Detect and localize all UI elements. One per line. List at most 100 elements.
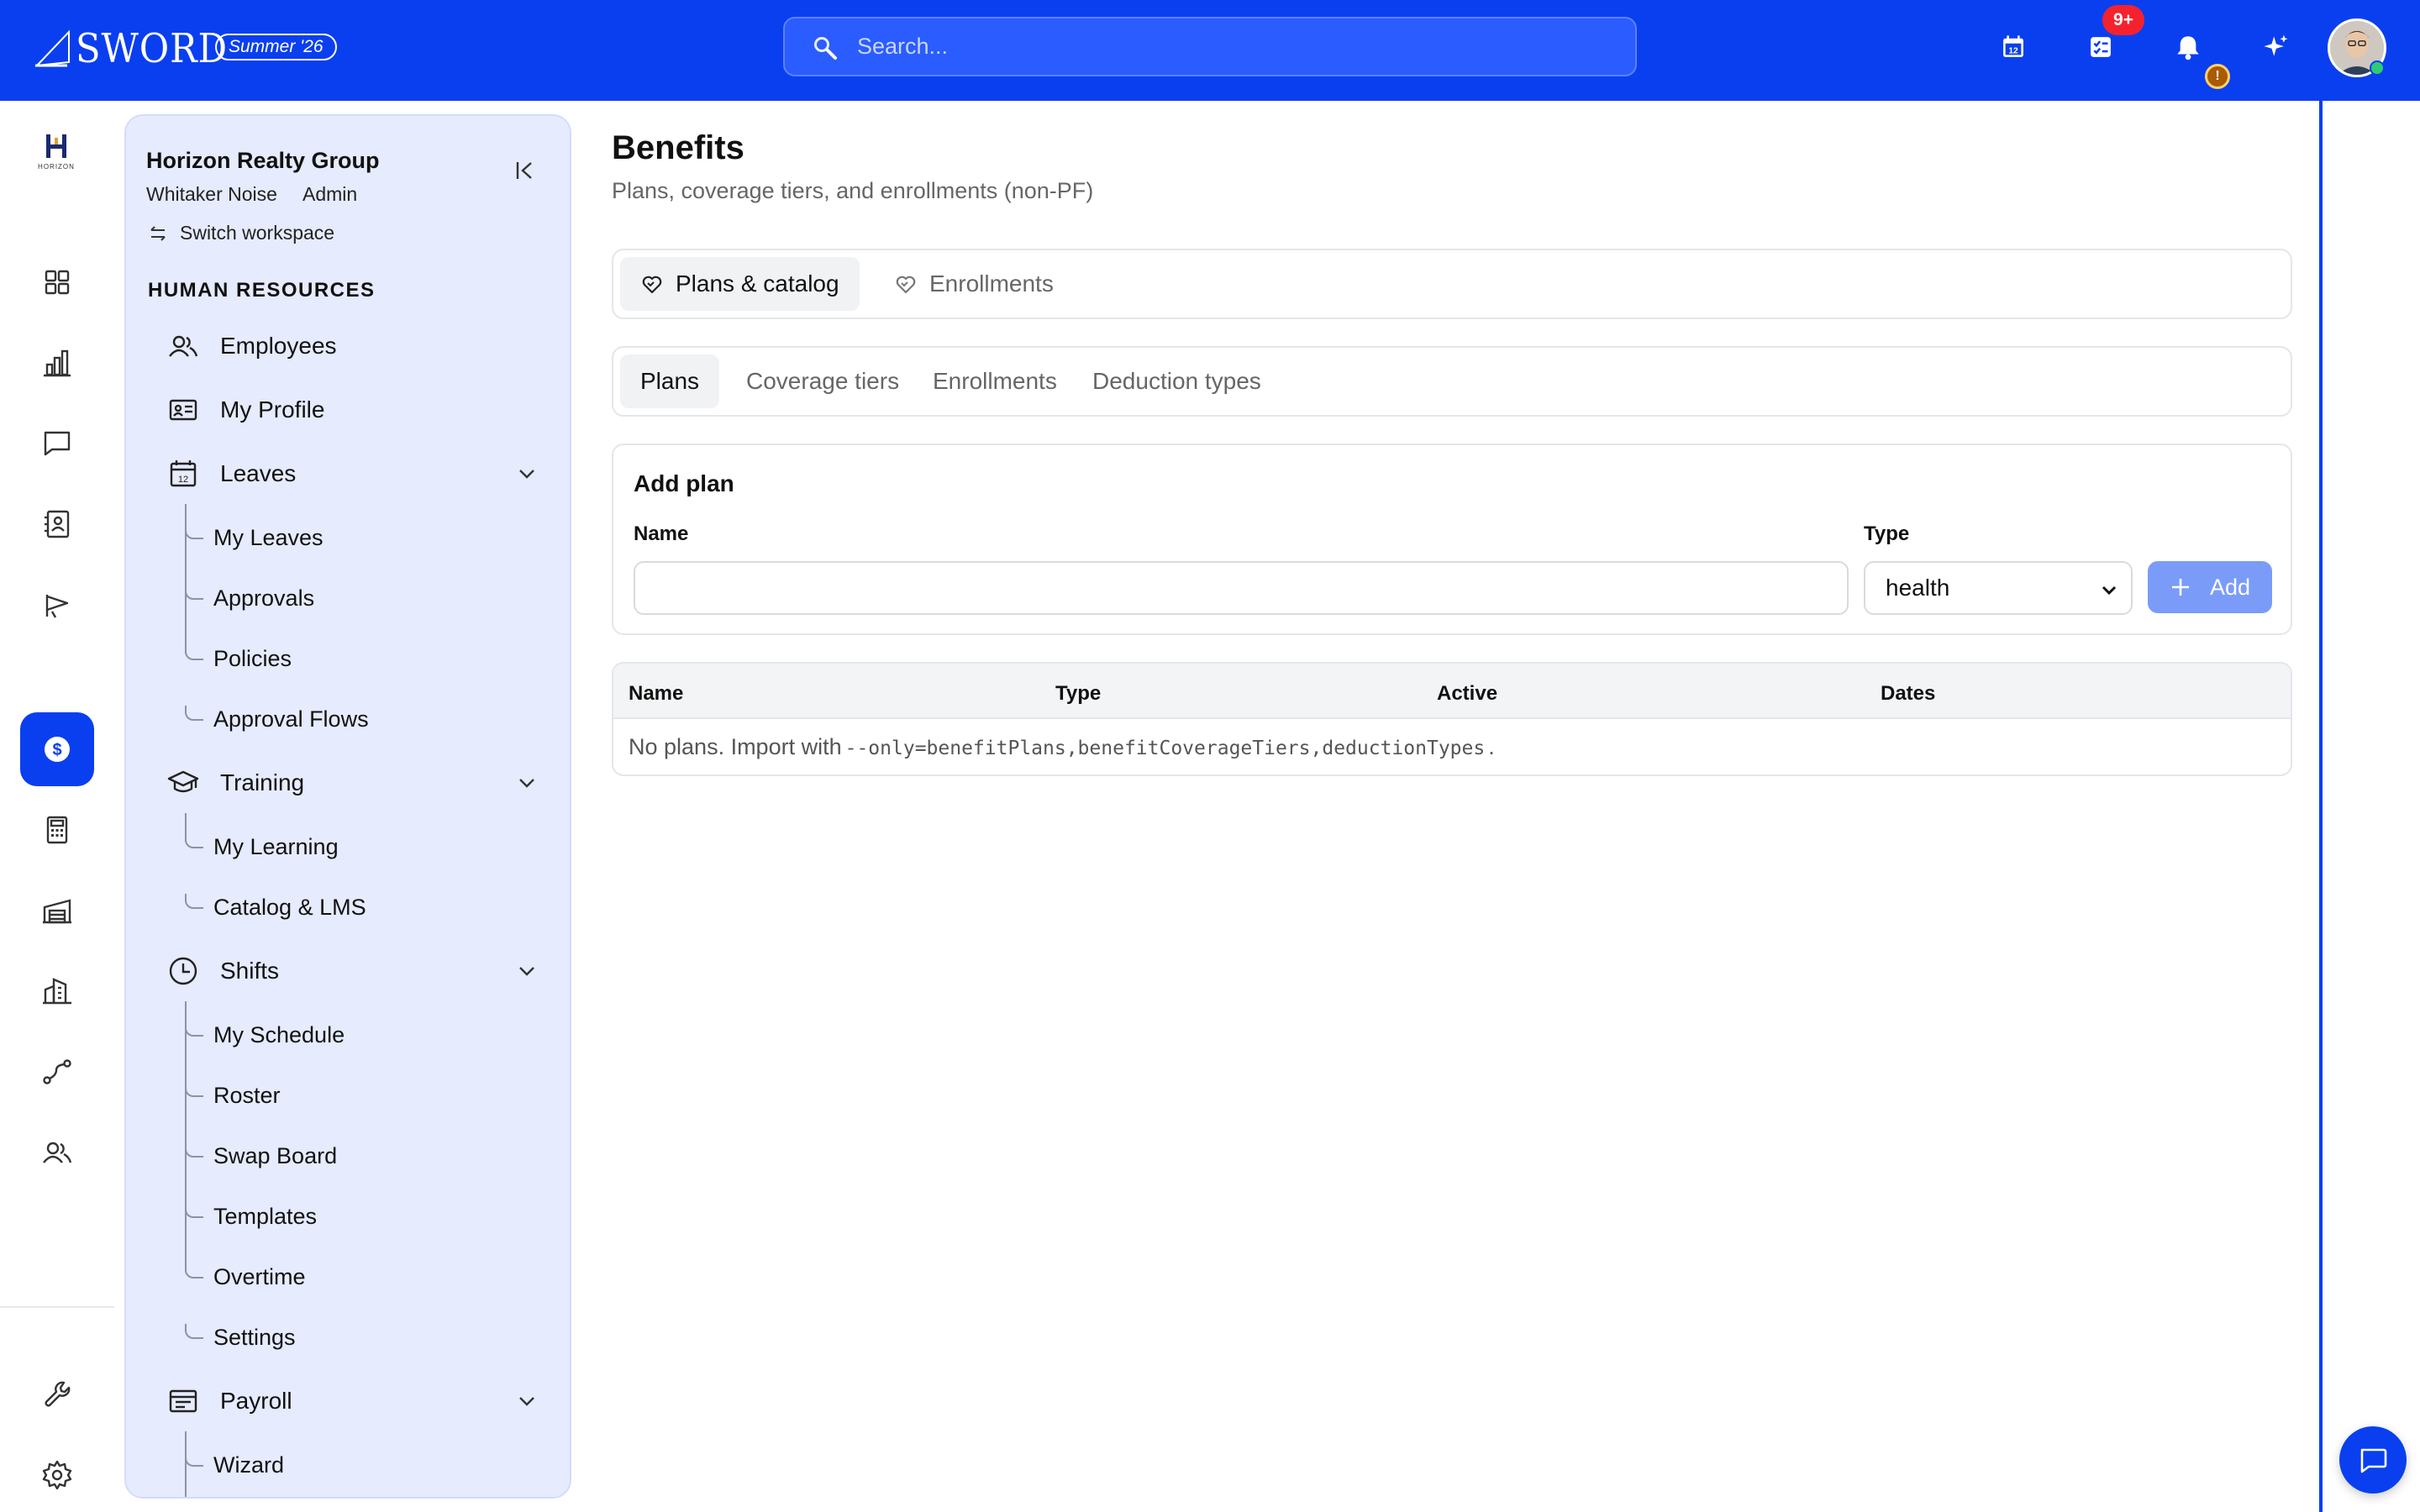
plan-name-input[interactable] bbox=[634, 561, 1849, 615]
sword-logo-icon bbox=[34, 29, 70, 67]
nav-policies[interactable]: Policies bbox=[213, 638, 292, 679]
nav-approvals[interactable]: Approvals bbox=[213, 578, 314, 618]
nav-shift-settings[interactable]: Settings bbox=[213, 1317, 296, 1357]
rail-dashboard[interactable] bbox=[20, 245, 94, 319]
rail-properties[interactable] bbox=[20, 954, 94, 1028]
tab-enrollments-top-label: Enrollments bbox=[929, 270, 1054, 297]
subtab-enrollments[interactable]: Enrollments bbox=[913, 354, 1077, 408]
rail-tools[interactable] bbox=[20, 1357, 94, 1431]
add-plan-button[interactable]: Add bbox=[2148, 561, 2272, 613]
col-name[interactable]: Name bbox=[629, 682, 683, 706]
nav-my-learning[interactable]: My Learning bbox=[213, 827, 339, 867]
chevron-down-icon[interactable] bbox=[516, 772, 538, 794]
nav-approval-flows[interactable]: Approval Flows bbox=[213, 699, 369, 739]
col-active[interactable]: Active bbox=[1437, 682, 1497, 706]
building-icon bbox=[43, 978, 71, 1005]
chat-launcher-button[interactable] bbox=[2339, 1426, 2407, 1494]
nav-my-schedule[interactable]: My Schedule bbox=[213, 1015, 345, 1055]
rail-messages[interactable] bbox=[20, 407, 94, 480]
collapse-sidebar-icon[interactable] bbox=[513, 158, 538, 183]
bar-chart-icon bbox=[44, 349, 71, 377]
nav-employees-label: Employees bbox=[220, 333, 337, 359]
notification-alert-badge: ! bbox=[2205, 64, 2230, 89]
page-subtitle: Plans, coverage tiers, and enrollments (… bbox=[612, 178, 1094, 203]
bell-icon bbox=[2177, 36, 2199, 60]
nav-shifts[interactable]: Shifts bbox=[166, 948, 561, 995]
notification-alert-text: ! bbox=[2215, 69, 2220, 83]
org-name: Horizon Realty Group bbox=[146, 148, 380, 173]
nav-roster[interactable]: Roster bbox=[213, 1075, 281, 1116]
chevron-down-icon[interactable] bbox=[516, 960, 538, 982]
subtab-coverage-tiers[interactable]: Coverage tiers bbox=[726, 354, 919, 408]
nav-payroll[interactable]: Payroll bbox=[166, 1378, 561, 1425]
col-dates[interactable]: Dates bbox=[1881, 682, 1935, 706]
rail-analytics[interactable] bbox=[20, 326, 94, 400]
graduation-cap-icon bbox=[166, 766, 200, 800]
calendar-button[interactable]: 12 bbox=[1996, 30, 2030, 64]
side-panel-border bbox=[2319, 101, 2323, 1512]
nav-my-leaves[interactable]: My Leaves bbox=[213, 517, 324, 558]
hr-sidebar: Horizon Realty Group Whitaker Noise Admi… bbox=[124, 114, 571, 1499]
rail-routes[interactable] bbox=[20, 1035, 94, 1109]
payroll-list-icon bbox=[166, 1384, 200, 1418]
chevron-down-icon[interactable] bbox=[516, 1390, 538, 1412]
tree-elbow bbox=[185, 1452, 203, 1467]
rail-people[interactable] bbox=[20, 1116, 94, 1189]
rail-contacts[interactable] bbox=[20, 487, 94, 561]
tasks-button[interactable] bbox=[2084, 30, 2118, 64]
nav-leaves-label: Leaves bbox=[220, 460, 297, 486]
tab-plans-catalog-label: Plans & catalog bbox=[676, 270, 839, 297]
rail-finance[interactable]: $ bbox=[20, 712, 94, 786]
company-logo[interactable]: HORIZON bbox=[25, 131, 87, 181]
warehouse-icon bbox=[43, 899, 71, 924]
ai-assistant-button[interactable] bbox=[2259, 30, 2292, 64]
nav-overtime[interactable]: Overtime bbox=[213, 1257, 306, 1297]
subtab-plans[interactable]: Plans bbox=[620, 354, 720, 408]
top-tabs: Plans & catalog Enrollments bbox=[612, 249, 2292, 319]
nav-employees[interactable]: Employees bbox=[166, 323, 561, 370]
tree-elbow bbox=[185, 1142, 203, 1158]
plus-icon bbox=[2171, 579, 2189, 596]
user-role: Admin bbox=[302, 183, 358, 205]
search-input[interactable] bbox=[857, 34, 1613, 60]
nav-swap-board[interactable]: Swap Board bbox=[213, 1136, 337, 1176]
switch-workspace-link[interactable]: Switch workspace bbox=[148, 222, 334, 244]
switch-arrows-icon bbox=[150, 225, 166, 241]
horizon-logo-icon bbox=[46, 134, 66, 158]
nav-leaves[interactable]: 12 Leaves bbox=[166, 450, 561, 497]
clock-icon bbox=[166, 954, 200, 988]
svg-text:12: 12 bbox=[178, 475, 188, 485]
empty-state-text: No plans. Import with bbox=[629, 734, 842, 759]
search-bar[interactable] bbox=[783, 17, 1637, 76]
chevron-down-icon[interactable] bbox=[516, 463, 538, 485]
nav-my-profile-label: My Profile bbox=[220, 396, 325, 423]
chat-icon bbox=[2360, 1448, 2387, 1473]
brand-logo[interactable]: SWORD bbox=[34, 24, 245, 74]
sub-tabs: Plans Coverage tiers Enrollments Deducti… bbox=[612, 346, 2292, 417]
rail-campaigns[interactable] bbox=[20, 568, 94, 642]
nav-training[interactable]: Training bbox=[166, 759, 561, 806]
nav-templates[interactable]: Templates bbox=[213, 1196, 317, 1236]
tree-elbow bbox=[185, 894, 203, 909]
tree-elbow bbox=[185, 1203, 203, 1218]
tree-elbow bbox=[185, 1021, 203, 1037]
rail-settings[interactable] bbox=[20, 1438, 94, 1512]
add-plan-label: Add bbox=[2209, 574, 2251, 600]
online-status-dot bbox=[2370, 60, 2385, 76]
col-type[interactable]: Type bbox=[1055, 682, 1101, 706]
nav-catalog-lms[interactable]: Catalog & LMS bbox=[213, 887, 366, 927]
add-plan-card: Add plan Name Type health Add bbox=[612, 444, 2292, 635]
notifications-button[interactable] bbox=[2171, 30, 2205, 64]
subtab-deduction-types[interactable]: Deduction types bbox=[1072, 354, 1281, 408]
rail-warehouse[interactable] bbox=[20, 874, 94, 948]
people-icon bbox=[166, 329, 200, 363]
tab-plans-catalog[interactable]: Plans & catalog bbox=[620, 257, 860, 311]
rail-accounting[interactable] bbox=[20, 793, 94, 867]
id-card-icon bbox=[166, 393, 200, 427]
tab-enrollments-top[interactable]: Enrollments bbox=[874, 257, 1074, 311]
nav-training-label: Training bbox=[220, 769, 305, 795]
nav-payroll-label: Payroll bbox=[220, 1388, 292, 1414]
plan-type-select[interactable]: health bbox=[1864, 561, 2133, 615]
nav-payroll-wizard[interactable]: Wizard bbox=[213, 1445, 284, 1485]
nav-my-profile[interactable]: My Profile bbox=[166, 386, 561, 433]
